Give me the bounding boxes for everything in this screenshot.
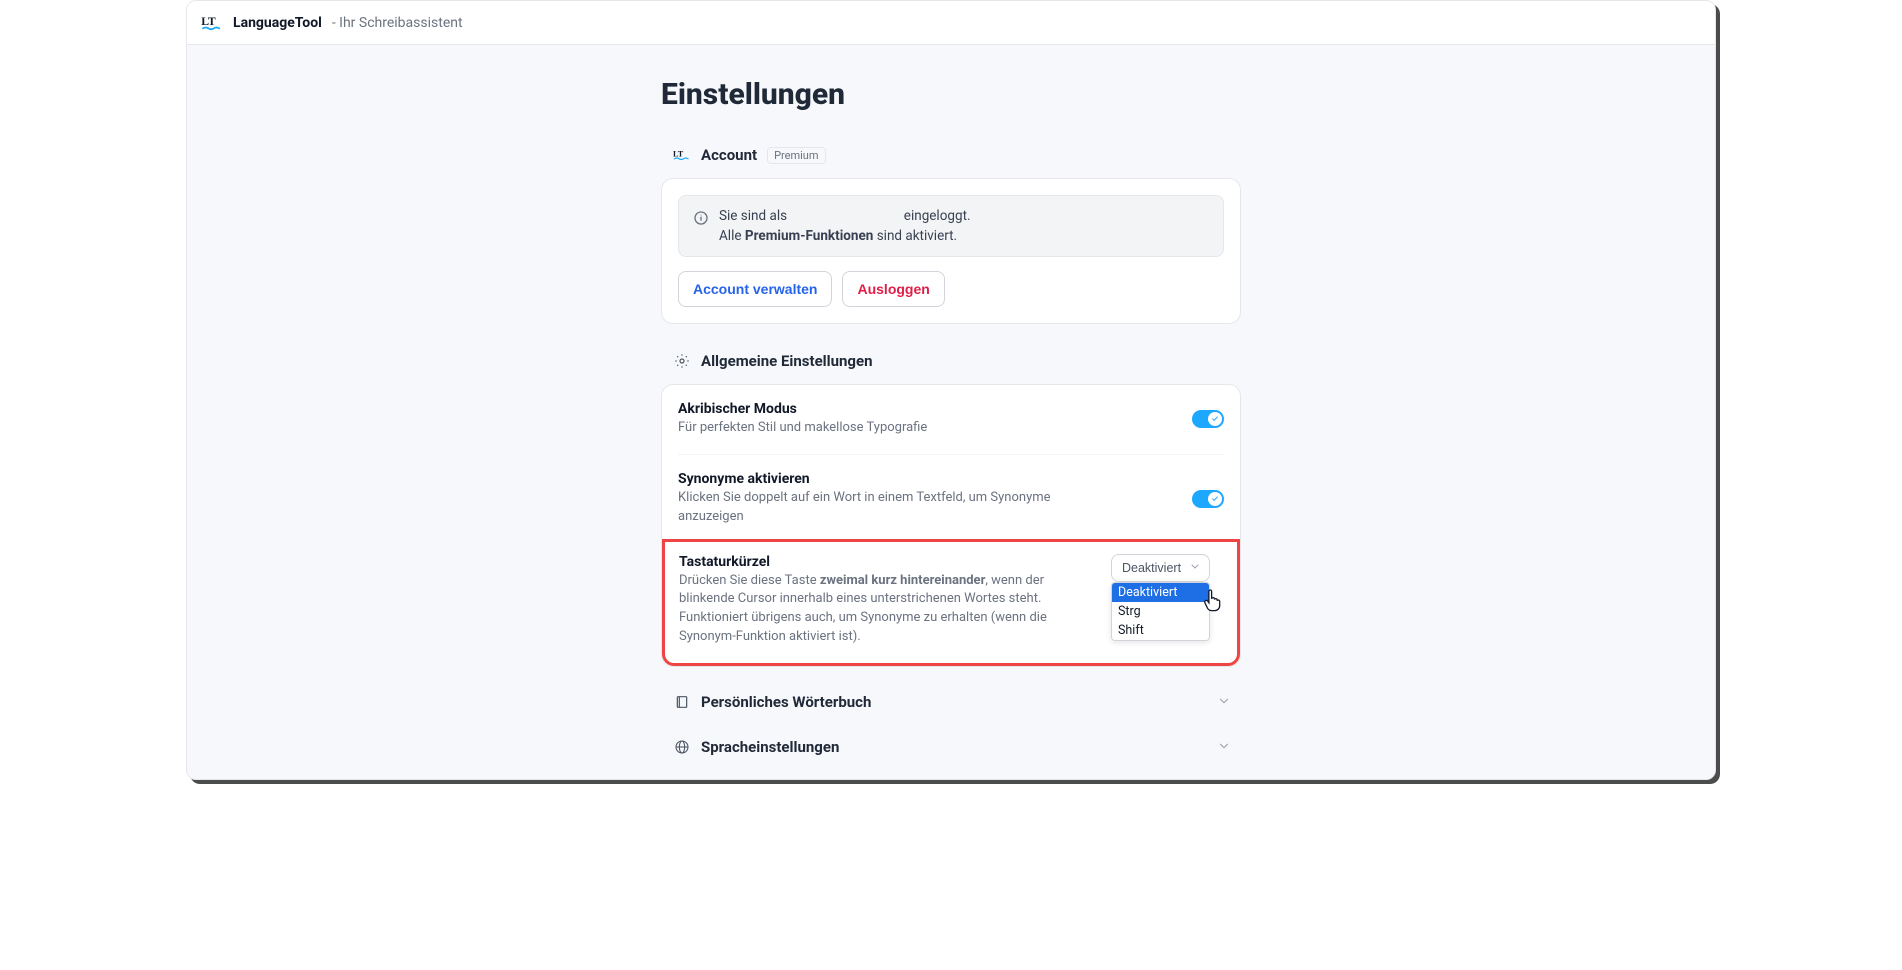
gear-icon xyxy=(673,352,691,370)
account-actions: Account verwalten Ausloggen xyxy=(678,271,1224,307)
akribisch-title: Akribischer Modus xyxy=(678,401,927,417)
logout-button[interactable]: Ausloggen xyxy=(842,271,944,307)
brand-subtitle: - Ihr Schreibassistent xyxy=(332,15,463,31)
shortcuts-desc-prefix: Drücken Sie diese Taste xyxy=(679,573,820,588)
globe-icon xyxy=(673,738,691,756)
synonyme-desc: Klicken Sie doppelt auf ein Wort in eine… xyxy=(678,489,1098,527)
languagetool-small-icon: LT xyxy=(673,146,691,164)
setting-text-shortcuts: Tastaturkürzel Drücken Sie diese Taste z… xyxy=(679,554,1099,647)
chevron-down-icon xyxy=(1217,738,1231,757)
shortcuts-desc-bold: zweimal kurz hintereinander xyxy=(820,573,986,588)
chevron-down-icon xyxy=(1217,693,1231,712)
svg-text:LT: LT xyxy=(201,14,216,27)
topbar: LT LanguageTool - Ihr Schreibassistent xyxy=(187,1,1715,45)
dropdown-option-ctrl[interactable]: Strg xyxy=(1112,602,1209,621)
setting-text-akribisch: Akribischer Modus Für perfekten Stil und… xyxy=(678,401,927,438)
setting-row-shortcuts-highlight: Tastaturkürzel Drücken Sie diese Taste z… xyxy=(662,539,1240,666)
dictionary-title: Persönliches Wörterbuch xyxy=(701,693,871,711)
synonyme-toggle[interactable] xyxy=(1192,490,1224,508)
toggle-knob xyxy=(1208,412,1222,426)
shortcuts-select: Deaktiviert Deaktiviert Strg Shift xyxy=(1111,554,1210,582)
account-section-title: Account xyxy=(701,146,757,164)
setting-row-akribisch: Akribischer Modus Für perfekten Stil und… xyxy=(678,397,1224,454)
shortcuts-title: Tastaturkürzel xyxy=(679,554,1099,570)
svg-text:LT: LT xyxy=(673,150,684,159)
dropdown-option-disabled[interactable]: Deaktiviert xyxy=(1112,583,1209,602)
dictionary-icon xyxy=(673,693,691,711)
account-info-text: Sie sind als eingeloggt. Alle Premium-Fu… xyxy=(719,208,971,244)
cursor-hand-icon xyxy=(1202,588,1224,618)
section-header-general: Allgemeine Einstellungen xyxy=(673,352,1241,370)
account-info-box: Sie sind als eingeloggt. Alle Premium-Fu… xyxy=(678,195,1224,257)
all-prefix: Alle xyxy=(719,228,745,244)
shortcuts-selected-label: Deaktiviert xyxy=(1122,561,1181,575)
akribisch-desc: Für perfekten Stil und makellose Typogra… xyxy=(678,419,927,438)
toggle-knob xyxy=(1208,492,1222,506)
shortcuts-dropdown: Deaktiviert Strg Shift xyxy=(1111,582,1210,641)
synonyme-title: Synonyme aktivieren xyxy=(678,471,1098,487)
logged-in-prefix: Sie sind als xyxy=(719,208,787,224)
section-header-account: LT Account Premium xyxy=(673,146,1241,164)
shortcuts-desc: Drücken Sie diese Taste zweimal kurz hin… xyxy=(679,572,1099,647)
shortcuts-select-button[interactable]: Deaktiviert xyxy=(1111,554,1210,582)
info-icon xyxy=(693,210,709,226)
manage-account-button[interactable]: Account verwalten xyxy=(678,271,832,307)
app-window: LT LanguageTool - Ihr Schreibassistent E… xyxy=(186,0,1716,780)
logged-in-suffix: eingeloggt. xyxy=(904,208,971,224)
row-dictionary[interactable]: Persönliches Wörterbuch xyxy=(673,693,1241,712)
content-scroll[interactable]: Einstellungen LT Account Premium xyxy=(187,45,1715,779)
setting-text-synonyme: Synonyme aktivieren Klicken Sie doppelt … xyxy=(678,471,1098,527)
setting-row-shortcuts: Tastaturkürzel Drücken Sie diese Taste z… xyxy=(679,552,1223,651)
dropdown-option-shift[interactable]: Shift xyxy=(1112,621,1209,640)
account-card: Sie sind als eingeloggt. Alle Premium-Fu… xyxy=(661,178,1241,324)
akribisch-toggle[interactable] xyxy=(1192,410,1224,428)
page-title: Einstellungen xyxy=(661,77,1241,112)
chevron-down-icon xyxy=(1189,560,1201,575)
general-card: Akribischer Modus Für perfekten Stil und… xyxy=(661,384,1241,667)
languagetool-logo-icon: LT xyxy=(201,14,223,32)
premium-badge: Premium xyxy=(767,147,825,164)
content-column: Einstellungen LT Account Premium xyxy=(661,45,1241,779)
brand-name: LanguageTool xyxy=(233,15,322,31)
general-section-title: Allgemeine Einstellungen xyxy=(701,352,873,370)
premium-functions-bold: Premium-Funktionen xyxy=(745,228,873,244)
row-language-settings[interactable]: Spracheinstellungen xyxy=(673,738,1241,757)
language-title: Spracheinstellungen xyxy=(701,738,839,756)
setting-row-synonyme: Synonyme aktivieren Klicken Sie doppelt … xyxy=(678,454,1224,543)
activated-suffix: sind aktiviert. xyxy=(873,228,957,244)
